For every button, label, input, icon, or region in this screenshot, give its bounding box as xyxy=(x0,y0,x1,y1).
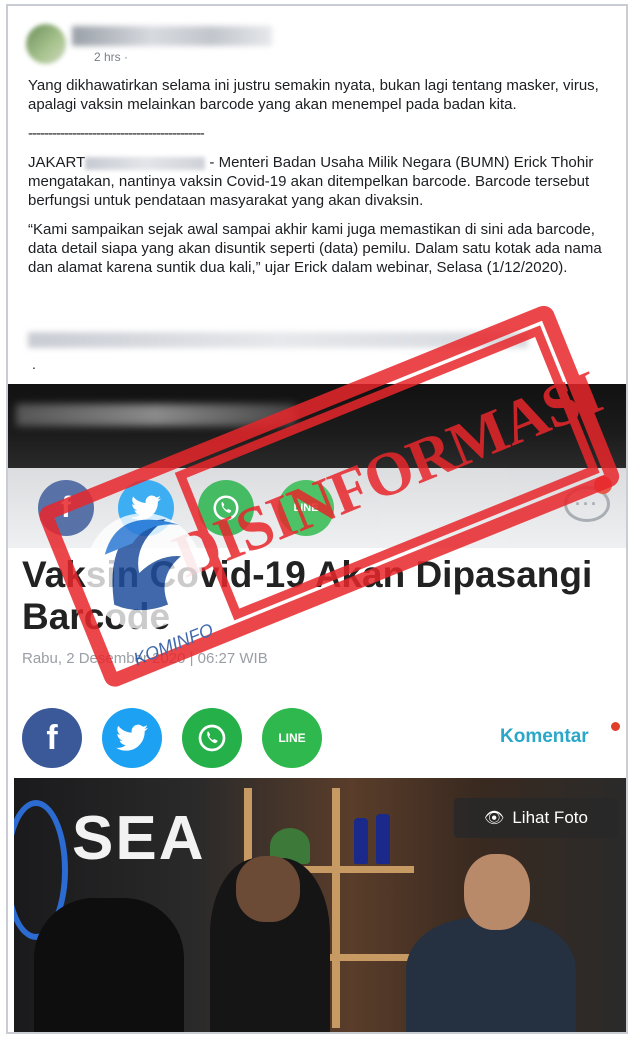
post-paragraph-2: JAKART - Menteri Badan Usaha Milik Negar… xyxy=(28,153,618,210)
article-date: Rabu, 2 Desember 2020 | 06:27 WIB xyxy=(22,650,268,667)
person-left xyxy=(34,898,184,1032)
post-dot: . xyxy=(32,356,36,372)
facebook-share-icon[interactable]: f xyxy=(38,480,94,536)
twitter-share-icon[interactable] xyxy=(118,480,174,536)
eye-icon: 👁 xyxy=(484,810,505,827)
bottle xyxy=(354,818,368,864)
screenshot-frame: 2 hrs · Yang dikhawatirkan selama ini ju… xyxy=(6,4,628,1034)
redacted-link xyxy=(28,332,528,348)
facebook-share-button[interactable]: f xyxy=(22,708,82,768)
person-middle-head xyxy=(236,856,300,922)
comment-link[interactable]: Komentar xyxy=(500,726,589,748)
post-paragraph-2-start: JAKART xyxy=(28,154,86,171)
twitter-share-button[interactable] xyxy=(102,708,162,768)
whatsapp-phone-icon xyxy=(198,724,226,752)
shelf-post xyxy=(332,788,340,1028)
post-timestamp[interactable]: 2 hrs · xyxy=(94,50,128,64)
whatsapp-share-icon[interactable] xyxy=(198,480,254,536)
redacted-banner-text xyxy=(16,404,296,426)
person-right xyxy=(406,918,576,1032)
sign-text: SEA xyxy=(72,804,206,873)
person-right-head xyxy=(464,854,530,930)
view-photo-label: Lihat Foto xyxy=(512,808,588,827)
whatsapp-share-button[interactable] xyxy=(182,708,242,768)
bottle xyxy=(376,814,390,864)
line-share-icon[interactable]: LINE xyxy=(278,480,334,536)
post-divider: ----------------------------------------… xyxy=(28,125,205,142)
twitter-bird-icon xyxy=(116,724,148,751)
avatar[interactable] xyxy=(26,24,66,64)
post-paragraph-1: Yang dikhawatirkan selama ini justru sem… xyxy=(28,77,599,113)
screenshot-banner xyxy=(8,384,626,468)
article-photo[interactable]: SEA T 👁 Lihat Foto xyxy=(14,778,626,1032)
line-share-button[interactable]: LINE xyxy=(262,708,322,768)
comment-notification-dot xyxy=(611,722,620,731)
redacted-username[interactable] xyxy=(72,26,272,46)
post-paragraph-3: “Kami sampaikan sejak awal sampai akhir … xyxy=(28,221,602,276)
view-photo-button[interactable]: 👁 Lihat Foto xyxy=(454,798,618,838)
redacted-text xyxy=(85,156,206,170)
notification-dot xyxy=(594,476,612,494)
twitter-bird-icon xyxy=(131,495,161,520)
whatsapp-phone-icon xyxy=(213,495,239,521)
faded-share-bar: f LINE ··· xyxy=(8,468,626,548)
article-title: Vaksin Covid-19 Akan Dipasangi Barcode xyxy=(22,554,593,637)
post-body: Yang dikhawatirkan selama ini justru sem… xyxy=(28,76,618,287)
